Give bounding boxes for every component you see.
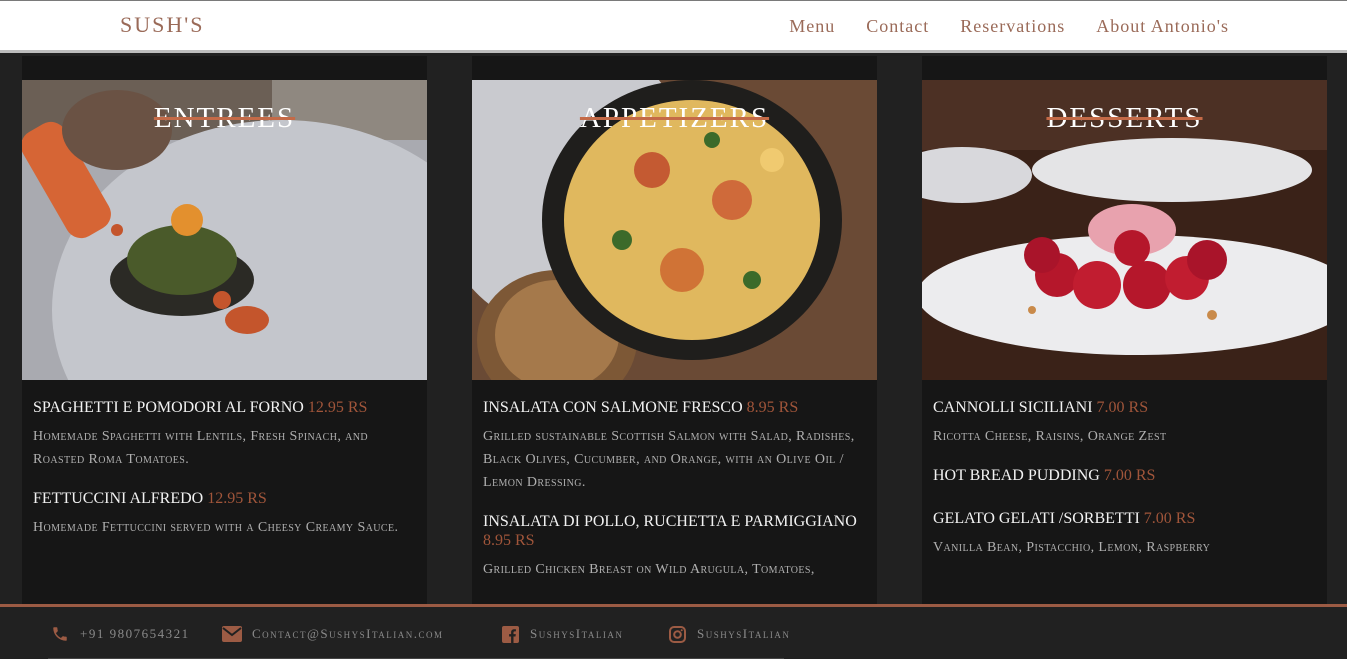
section-title: ENTREES <box>153 102 296 134</box>
brand-logo[interactable]: SUSH'S <box>120 12 204 38</box>
menu-section-entrees: ENTREES SPAGHETTI E POMODORI AL FORNO 12… <box>22 56 427 606</box>
phone-icon <box>50 624 70 644</box>
item-price: 12.95 RS <box>207 490 267 507</box>
menu-item: CANNOLLI SICILIANI 7.00 RS Ricotta Chees… <box>933 398 1315 448</box>
instagram-text: SushysItalian <box>697 626 791 641</box>
main-nav: Menu Contact Reservations About Antonio'… <box>789 16 1229 37</box>
item-price: 7.00 RS <box>1096 399 1149 416</box>
menu-section-desserts: DESSERTS CANNOLLI SICILIANI 7.00 RS Rico… <box>922 56 1327 606</box>
item-price: 12.95 RS <box>307 399 368 416</box>
nav-about[interactable]: About Antonio's <box>1096 16 1229 37</box>
nav-contact[interactable]: Contact <box>866 16 929 37</box>
menu-item: FETTUCCINI ALFREDO 12.95 RS Homemade Fet… <box>33 489 415 539</box>
menu-item: GELATO GELATI /SORBETTI 7.00 RS Vanilla … <box>933 509 1315 559</box>
menu-items: SPAGHETTI E POMODORI AL FORNO 12.95 RS H… <box>33 398 415 557</box>
item-name: FETTUCCINI ALFREDO <box>33 490 204 507</box>
item-price: 8.95 RS <box>483 532 535 549</box>
item-name: SPAGHETTI E POMODORI AL FORNO <box>33 399 304 416</box>
facebook-text: SushysItalian <box>530 626 624 641</box>
item-name: GELATO GELATI /SORBETTI <box>933 510 1140 527</box>
footer-contact-bar: +91 9807654321 Contact@SushysItalian.com… <box>0 604 1347 659</box>
menu-section-appetizers: APPETIZERS INSALATA CON SALMONE FRESCO 8… <box>472 56 877 606</box>
instagram-icon <box>667 624 687 644</box>
menu-item: HOT BREAD PUDDING 7.00 RS <box>933 466 1315 485</box>
section-title: DESSERTS <box>1046 102 1203 134</box>
footer-instagram[interactable]: SushysItalian <box>667 624 790 644</box>
section-title: APPETIZERS <box>579 102 770 134</box>
item-price: 7.00 RS <box>1103 467 1156 484</box>
top-navbar: SUSH'S Menu Contact Reservations About A… <box>0 0 1347 53</box>
phone-text: +91 9807654321 <box>80 626 190 641</box>
nav-menu[interactable]: Menu <box>789 16 835 37</box>
item-description: Vanilla Bean, Pistacchio, Lemon, Raspber… <box>933 540 1211 555</box>
menu-item: SPAGHETTI E POMODORI AL FORNO 12.95 RS H… <box>33 398 415 471</box>
item-price: 8.95 RS <box>746 399 799 416</box>
footer-phone[interactable]: +91 9807654321 <box>50 624 190 644</box>
item-description: Homemade Spaghetti with Lentils, Fresh S… <box>33 429 369 467</box>
menu-items: CANNOLLI SICILIANI 7.00 RS Ricotta Chees… <box>933 398 1315 577</box>
item-description: Ricotta Cheese, Raisins, Orange Zest <box>933 429 1167 444</box>
item-price: 7.00 RS <box>1143 510 1196 527</box>
item-name: INSALATA CON SALMONE FRESCO <box>483 399 743 416</box>
menu-item: INSALATA CON SALMONE FRESCO 8.95 RS Gril… <box>483 398 865 494</box>
facebook-icon <box>500 624 520 644</box>
footer-email[interactable]: Contact@SushysItalian.com <box>222 624 444 644</box>
item-description: Homemade Fettuccini served with a Cheesy… <box>33 520 399 535</box>
email-text: Contact@SushysItalian.com <box>252 626 444 641</box>
item-name: HOT BREAD PUDDING <box>933 467 1100 484</box>
item-description: Grilled Chicken Breast on Wild Arugula, … <box>483 562 815 577</box>
item-name: CANNOLLI SICILIANI <box>933 399 1093 416</box>
footer-facebook[interactable]: SushysItalian <box>500 624 623 644</box>
nav-reservations[interactable]: Reservations <box>960 16 1065 37</box>
item-name: INSALATA DI POLLO, RUCHETTA E PARMIGGIAN… <box>483 513 857 530</box>
envelope-icon <box>222 624 242 644</box>
menu-items: INSALATA CON SALMONE FRESCO 8.95 RS Gril… <box>483 398 865 599</box>
menu-item: INSALATA DI POLLO, RUCHETTA E PARMIGGIAN… <box>483 512 865 581</box>
item-description: Grilled sustainable Scottish Salmon with… <box>483 429 855 490</box>
